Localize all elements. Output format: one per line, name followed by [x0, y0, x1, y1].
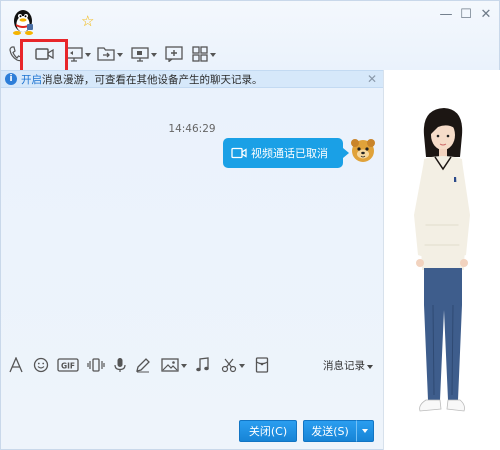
close-button-label: 关闭(C) [248, 425, 288, 438]
star-icon[interactable]: ☆ [81, 14, 94, 29]
message-roaming-infobar: i 开启 消息漫游，可查看在其他设备产生的聊天记录。 ✕ [1, 70, 383, 88]
chat-history[interactable]: 14:46:29 视频通话已取消 [1, 89, 383, 349]
music-note-icon [196, 357, 209, 372]
screenshot-button[interactable] [221, 355, 245, 375]
chevron-down-icon [239, 364, 245, 368]
screen-share-icon [131, 47, 149, 62]
red-packet-button[interactable] [255, 355, 269, 375]
emoji-button[interactable] [33, 355, 49, 375]
message-input[interactable] [1, 378, 383, 418]
add-chat-icon [165, 46, 183, 62]
info-icon: i [5, 73, 17, 85]
chevron-down-icon [117, 53, 123, 57]
add-chat-button[interactable] [165, 41, 183, 67]
message-history-button[interactable]: 消息记录 [323, 358, 373, 373]
apps-button[interactable] [192, 41, 216, 67]
chevron-down-icon [367, 364, 373, 369]
message-text: 视频通话已取消 [251, 147, 328, 160]
screen-share-button[interactable] [131, 41, 157, 67]
infobar-close-icon[interactable]: ✕ [367, 72, 377, 86]
send-options-button[interactable] [356, 420, 374, 442]
chevron-down-icon [362, 429, 368, 433]
smiley-icon [33, 357, 49, 373]
title-bar[interactable]: ☆ — ☐ ✕ [1, 1, 500, 37]
chevron-down-icon [210, 53, 216, 57]
infobar-text: 消息漫游，可查看在其他设备产生的聊天记录。 [42, 73, 263, 86]
chevron-down-icon [85, 53, 91, 57]
chevron-down-icon [151, 53, 157, 57]
send-button[interactable]: 发送(S) [303, 420, 357, 442]
avatar-show-figure [414, 108, 470, 412]
gif-icon: GIF [57, 358, 79, 372]
image-icon [161, 358, 179, 372]
microphone-icon [114, 358, 126, 372]
shake-button[interactable] [87, 355, 105, 375]
message-timestamp: 14:46:29 [168, 123, 216, 135]
avatar[interactable] [349, 136, 377, 164]
voice-call-button[interactable] [9, 41, 23, 67]
message-history-label: 消息记录 [323, 360, 365, 372]
enable-roaming-link[interactable]: 开启 [21, 72, 42, 87]
svg-text:GIF: GIF [61, 362, 75, 371]
gif-button[interactable]: GIF [57, 355, 79, 375]
remote-assist-button[interactable] [65, 41, 91, 67]
pen-icon [136, 358, 150, 373]
chevron-down-icon [181, 364, 187, 368]
scissors-icon [221, 358, 237, 373]
font-icon [9, 357, 23, 373]
input-toolbar: GIF 消息记录 [1, 353, 383, 377]
chat-toolbar [1, 41, 241, 67]
remote-assist-icon [65, 47, 83, 62]
shake-window-icon [87, 358, 105, 372]
maximize-button[interactable]: ☐ [457, 6, 475, 24]
avatar-show-panel [383, 70, 500, 450]
voice-message-button[interactable] [113, 355, 127, 375]
video-call-button[interactable] [35, 41, 55, 67]
close-window-button[interactable]: ✕ [477, 6, 495, 24]
minimize-button[interactable]: — [437, 6, 455, 24]
qq-penguin-logo [13, 10, 33, 35]
file-transfer-icon [97, 47, 115, 61]
font-button[interactable] [9, 355, 23, 375]
image-button[interactable] [161, 355, 187, 375]
close-button[interactable]: 关闭(C) [239, 420, 297, 442]
apps-grid-icon [192, 46, 208, 62]
video-camera-icon [35, 48, 54, 60]
qq-chat-window: ☆ — ☐ ✕ i 开启 消息漫游，可查看在其他设备产生的聊天记录。 ✕ 14:… [0, 0, 500, 450]
doodle-button[interactable] [135, 355, 151, 375]
phone-icon [9, 46, 23, 62]
video-camera-icon [231, 147, 247, 159]
music-button[interactable] [195, 355, 209, 375]
send-file-button[interactable] [97, 41, 123, 67]
red-packet-icon [255, 357, 269, 373]
send-button-label: 发送(S) [311, 425, 349, 438]
message-bubble[interactable]: 视频通话已取消 [223, 138, 349, 168]
